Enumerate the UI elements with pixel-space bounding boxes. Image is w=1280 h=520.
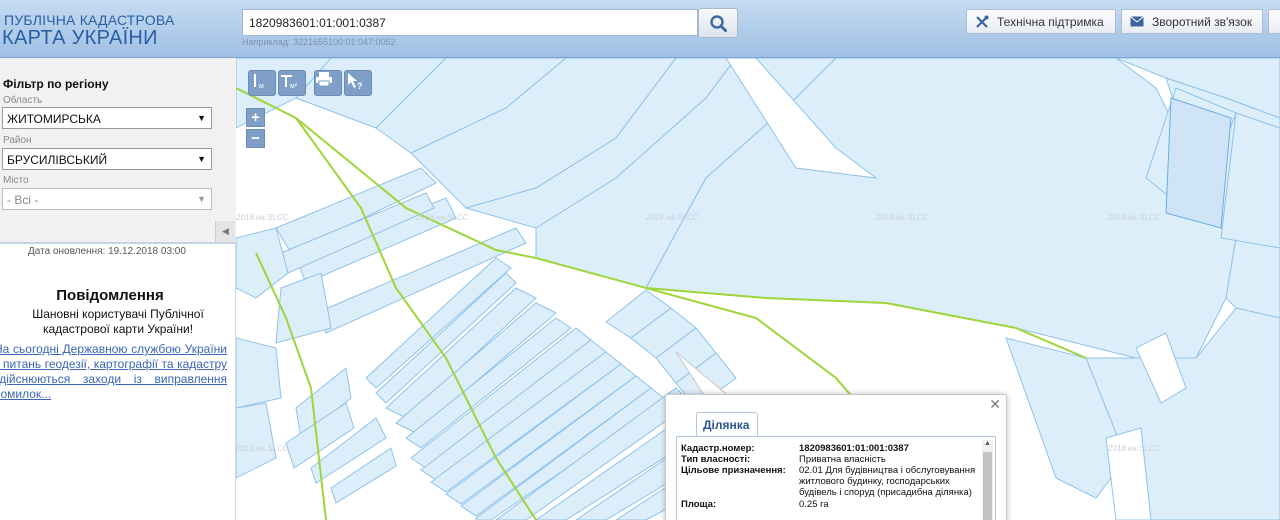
row-value: 0.25 га: [799, 499, 829, 510]
sidebar: Фільтр по регіону Область ЖИТОМИРСЬКА ▼ …: [0, 58, 236, 520]
scroll-up-icon[interactable]: ▲: [984, 440, 991, 447]
measure-distance-button[interactable]: м: [248, 70, 276, 96]
row-key: Площа:: [681, 499, 717, 510]
zoom-in-button[interactable]: +: [246, 108, 265, 127]
envelope-icon: [1130, 16, 1144, 27]
rayon-label: Район: [3, 135, 32, 146]
oblast-label: Область: [3, 95, 43, 106]
tab-parcel[interactable]: Ділянка: [696, 412, 758, 436]
region-filter-panel: Фільтр по регіону Область ЖИТОМИРСЬКА ▼ …: [0, 58, 236, 244]
row-value: 02.01 Для будівництва і обслуговування ж…: [799, 465, 976, 498]
update-date: Дата оновлення: 19.12.2018 03:00: [28, 246, 186, 257]
row-key: Цільове призначення:: [681, 465, 786, 476]
pointer-help-icon: ?: [348, 73, 363, 91]
chevron-left-icon: ◀: [222, 226, 229, 236]
plus-icon: +: [251, 109, 260, 126]
land-parcel: [275, 272, 332, 344]
print-button[interactable]: [314, 70, 342, 96]
row-value: 1820983601:01:001:0387: [799, 443, 909, 454]
area-measure-icon: м²: [281, 75, 298, 90]
search-example-hint: Наприклад: 3221655100:01:047:0052: [242, 37, 396, 47]
map-watermark: 2018.на.SLCC: [236, 213, 289, 222]
feedback-button[interactable]: Зворотний зв'язок: [1121, 9, 1263, 34]
oblast-select[interactable]: ЖИТОМИРСЬКА ▼: [2, 107, 212, 129]
ruler-icon: м: [254, 74, 264, 90]
city-label: Місто: [3, 175, 29, 186]
oblast-value: ЖИТОМИРСЬКА: [7, 112, 101, 126]
map-watermark: 2018.на.SLCC: [1107, 213, 1161, 222]
dropdown-arrow-icon: ▼: [197, 113, 206, 123]
map-watermark: 2018.на.SLCC: [875, 213, 929, 222]
notice-link[interactable]: На сьогодні Державною службою України з …: [0, 342, 227, 402]
dropdown-arrow-icon: ▼: [197, 194, 206, 204]
logo-line-2[interactable]: КАРТА УКРАЇНИ: [2, 27, 158, 50]
svg-text:м²: м²: [290, 83, 298, 90]
rayon-select[interactable]: БРУСИЛІВСЬКИЙ ▼: [2, 148, 212, 170]
map-canvas[interactable]: 2018.на.SLCC 2018.на.SLCC 2018.на.SLCC 2…: [236, 58, 1280, 520]
search-icon: [710, 15, 727, 32]
map-watermark: 2018.на.SLCC: [1107, 444, 1161, 453]
measure-area-button[interactable]: м²: [278, 70, 306, 96]
identify-button[interactable]: ?: [344, 70, 372, 96]
svg-text:м: м: [259, 83, 264, 90]
close-icon[interactable]: ✕: [989, 396, 1001, 413]
tools-icon: [976, 15, 989, 28]
minus-icon: −: [251, 130, 260, 147]
search-button[interactable]: [698, 8, 738, 38]
land-parcel: [236, 337, 282, 409]
selected-parcel-area: [1165, 97, 1232, 229]
land-parcel: [236, 227, 289, 299]
row-key: Кадастр.номер:: [681, 443, 755, 454]
popup-scrollbar[interactable]: ▲: [982, 440, 993, 520]
top-header: ПУБЛІЧНА КАДАСТРОВА КАРТА УКРАЇНИ Наприк…: [0, 0, 1280, 58]
header-extra-button[interactable]: [1268, 9, 1280, 34]
logo-line-1[interactable]: ПУБЛІЧНА КАДАСТРОВА: [4, 12, 175, 28]
dropdown-arrow-icon: ▼: [197, 154, 206, 164]
filter-title: Фільтр по регіону: [3, 77, 109, 91]
notice-greeting: Шановні користувачі Публічної кадастрово…: [32, 307, 204, 336]
map-watermark: 2018.на.SLCC: [645, 213, 699, 222]
support-button[interactable]: Технічна підтримка: [966, 9, 1116, 34]
printer-icon: [316, 72, 332, 87]
map-watermark: 2018.на.SLCC: [236, 444, 289, 453]
city-value: - Всі -: [7, 193, 39, 207]
support-label: Технічна підтримка: [997, 14, 1104, 29]
scroll-thumb[interactable]: [983, 452, 992, 520]
search-input[interactable]: [242, 9, 698, 36]
parcel-info-popup: ✕ Ділянка Кадастр.номер: 1820983601:01:0…: [665, 394, 1007, 520]
notice-title: Повідомлення: [56, 287, 164, 304]
collapse-sidebar-button[interactable]: ◀: [215, 221, 235, 242]
land-parcel: [236, 402, 277, 479]
rayon-value: БРУСИЛІВСЬКИЙ: [7, 153, 108, 167]
city-select[interactable]: - Всі - ▼: [2, 188, 212, 210]
row-key: Тип власності:: [681, 454, 751, 465]
map-watermark: 2018.на.SLCC: [415, 213, 469, 222]
zoom-out-button[interactable]: −: [246, 129, 265, 148]
parcel-info-body: Кадастр.номер: 1820983601:01:001:0387 Ти…: [676, 436, 996, 520]
svg-text:?: ?: [357, 81, 363, 91]
row-value: Приватна власність: [799, 454, 886, 465]
feedback-label: Зворотний зв'язок: [1152, 14, 1253, 29]
